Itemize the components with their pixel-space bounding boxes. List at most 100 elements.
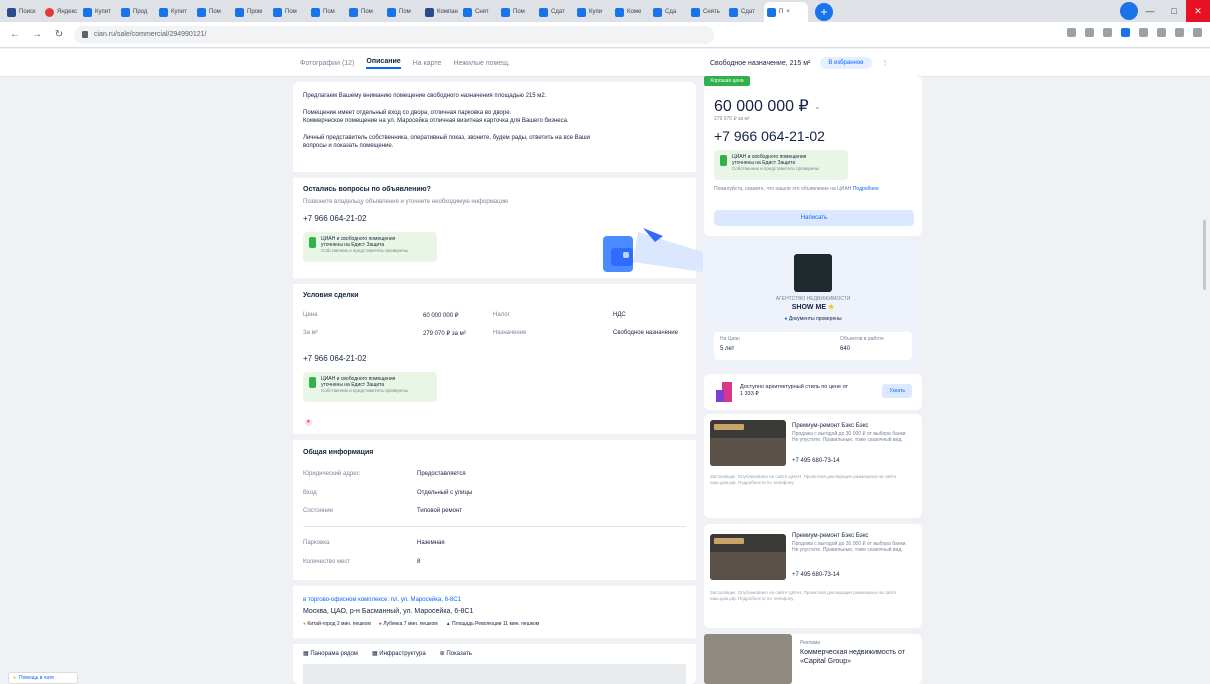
promo-banner[interactable]: Доступно архитектурный стиль по цене от … xyxy=(704,374,922,410)
nav-map[interactable]: На карте xyxy=(413,60,442,67)
browser-tab[interactable]: Купит xyxy=(80,2,117,22)
listing-photo[interactable] xyxy=(704,634,792,684)
questions-title: Остались вопросы по объявлению? xyxy=(303,186,431,193)
ad-listing[interactable]: Реклама Коммерческая недвижимость от «Ca… xyxy=(704,634,922,684)
browser-tab[interactable]: Коме xyxy=(612,2,649,22)
maximize-icon[interactable]: □ xyxy=(1162,0,1186,22)
contact-phone[interactable]: +7 966 064-21-02 xyxy=(303,354,366,363)
forward-icon[interactable]: → xyxy=(30,29,44,40)
browser-tab[interactable]: Снят xyxy=(460,2,497,22)
new-tab-button[interactable]: + xyxy=(815,3,833,21)
puzzle-icon[interactable] xyxy=(1139,28,1148,37)
extension-icon[interactable] xyxy=(1121,28,1130,37)
browser-tab[interactable]: Сдат xyxy=(536,2,573,22)
agency-logo[interactable] xyxy=(794,254,832,292)
tab-favicon xyxy=(311,7,320,17)
questions-subtitle: Позвоните владельцу объявления и уточнит… xyxy=(303,199,509,205)
shield-check-icon xyxy=(309,237,316,248)
contact-phone[interactable]: +7 966 064-21-02 xyxy=(303,214,366,223)
address-text: Москва, ЦАО, р-н Басманный, ул. Маросейк… xyxy=(303,608,474,615)
heart-icon[interactable]: ♥ xyxy=(305,419,312,426)
browser-tab[interactable]: Пом xyxy=(308,2,345,22)
map-tabs: ▦ Панорама рядом ▦ Инфраструктура ⊕ Пока… xyxy=(303,650,472,657)
description-text: Коммерческое помещение на ул. Маросейка … xyxy=(303,118,569,124)
lock-icon xyxy=(82,31,88,38)
browser-tab[interactable]: Пом xyxy=(270,2,307,22)
shield-check-icon xyxy=(309,377,316,388)
nav-description[interactable]: Описание xyxy=(366,58,401,69)
building-link[interactable]: в торгово-офисном комплексе: пл. ул. Мар… xyxy=(303,597,461,603)
nav-similar[interactable]: Нежилые помещ. xyxy=(453,60,510,67)
check-icon: ● xyxy=(784,316,788,322)
listing-phone[interactable]: +7 495 680-73-14 xyxy=(792,458,840,464)
tab-favicon xyxy=(463,7,472,17)
reload-icon[interactable]: ↻ xyxy=(52,29,66,40)
listing-title[interactable]: Премиум-ремонт Бэкс Бэкс xyxy=(792,532,868,540)
map-preview[interactable] xyxy=(303,664,686,684)
translate-icon[interactable] xyxy=(1067,28,1076,37)
listing-title[interactable]: Премиум-ремонт Бэкс Бэкс xyxy=(792,422,868,430)
listing-photo[interactable] xyxy=(710,420,786,466)
metro-station[interactable]: ● Китай-город 2 мин. пешком xyxy=(303,621,371,627)
map-tab-show[interactable]: ⊕ Показать xyxy=(440,650,472,657)
browser-tab[interactable]: Поиск xyxy=(4,2,41,22)
url-field[interactable]: cian.ru/sale/commercial/294990121/ xyxy=(74,25,714,44)
building-illustration-icon xyxy=(716,382,732,402)
browser-tab[interactable]: Сдат xyxy=(726,2,763,22)
window-controls: — □ ✕ xyxy=(1138,0,1210,22)
agency-docs: ● Документы проверены xyxy=(784,316,842,322)
browser-tab[interactable]: Яндекс xyxy=(42,2,79,22)
browser-tab[interactable]: Купи xyxy=(574,2,611,22)
close-tab-icon[interactable]: × xyxy=(786,9,790,15)
close-window-icon[interactable]: ✕ xyxy=(1186,0,1210,22)
share-icon[interactable] xyxy=(1085,28,1094,37)
agency-name[interactable]: SHOW ME ★ xyxy=(704,303,922,311)
minimize-icon[interactable]: — xyxy=(1138,0,1162,22)
metro-station[interactable]: ● Лубянка 7 мин. пешком xyxy=(379,621,438,627)
browser-tab[interactable]: Снять xyxy=(688,2,725,22)
price-per-sqm: 279 070 ₽ за м² xyxy=(714,116,750,122)
browser-tab[interactable]: Пром xyxy=(232,2,269,22)
ad-listing[interactable]: Премиум-ремонт Бэкс Бэкс Продажа с выгод… xyxy=(704,524,922,628)
browser-tab[interactable]: Сда xyxy=(650,2,687,22)
good-price-badge: Хорошая цена xyxy=(704,76,750,86)
map-tab-infrastructure[interactable]: ▦ Инфраструктура xyxy=(372,650,426,657)
browser-tab[interactable]: Пом xyxy=(346,2,383,22)
wallet-illustration-icon xyxy=(603,228,703,272)
nav-photos[interactable]: Фотографии (12) xyxy=(300,60,354,67)
description-text: Помещение имеет отдельный вход со двора,… xyxy=(303,110,512,116)
write-button[interactable]: Написать xyxy=(714,210,914,226)
browser-tab[interactable]: Компан xyxy=(422,2,459,22)
browser-tab[interactable]: Купит xyxy=(156,2,193,22)
listing-title[interactable]: Коммерческая недвижимость от «Capital Gr… xyxy=(800,648,918,666)
promo-button[interactable]: Узнать xyxy=(882,384,912,398)
price-dropdown-icon[interactable]: ⌄ xyxy=(814,102,821,111)
ad-listing[interactable]: Премиум-ремонт Бэкс Бэкс Продажа с выгод… xyxy=(704,414,922,518)
browser-tab[interactable]: Прод xyxy=(118,2,155,22)
photo-tag xyxy=(714,538,744,544)
listing-phone[interactable]: +7 495 680-73-14 xyxy=(792,572,840,578)
menu-icon[interactable] xyxy=(1193,28,1202,37)
entrance-label: Вход xyxy=(303,490,317,496)
favorite-button[interactable]: В избранное xyxy=(820,57,872,69)
browser-tab[interactable]: Пом xyxy=(384,2,421,22)
star-icon: ★ xyxy=(827,304,835,311)
sidebar-icon[interactable] xyxy=(1157,28,1166,37)
description-text: Личный представитель собственника, опера… xyxy=(303,135,591,141)
download-icon[interactable] xyxy=(1175,28,1184,37)
chat-button[interactable]: ● Помощь в чате xyxy=(8,672,78,684)
sidebar-phone[interactable]: +7 966 064-21-02 xyxy=(714,128,825,144)
browser-tab-active[interactable]: П × xyxy=(764,2,808,22)
listing-nav: Фотографии (12) Описание На карте Нежилы… xyxy=(0,49,1210,77)
scrollbar[interactable] xyxy=(1203,220,1206,290)
browser-tab[interactable]: Пом xyxy=(498,2,535,22)
tab-favicon xyxy=(425,7,434,17)
metro-station[interactable]: ▲ Площадь Революции 11 мин. пешком xyxy=(446,621,539,627)
bookmark-icon[interactable] xyxy=(1103,28,1112,37)
browser-tab[interactable]: Пом xyxy=(194,2,231,22)
map-tab-panorama[interactable]: ▦ Панорама рядом xyxy=(303,650,358,657)
back-icon[interactable]: ← xyxy=(8,29,22,40)
profile-avatar[interactable] xyxy=(1120,2,1138,20)
more-icon[interactable]: ⋮ xyxy=(882,59,889,67)
listing-photo[interactable] xyxy=(710,534,786,580)
